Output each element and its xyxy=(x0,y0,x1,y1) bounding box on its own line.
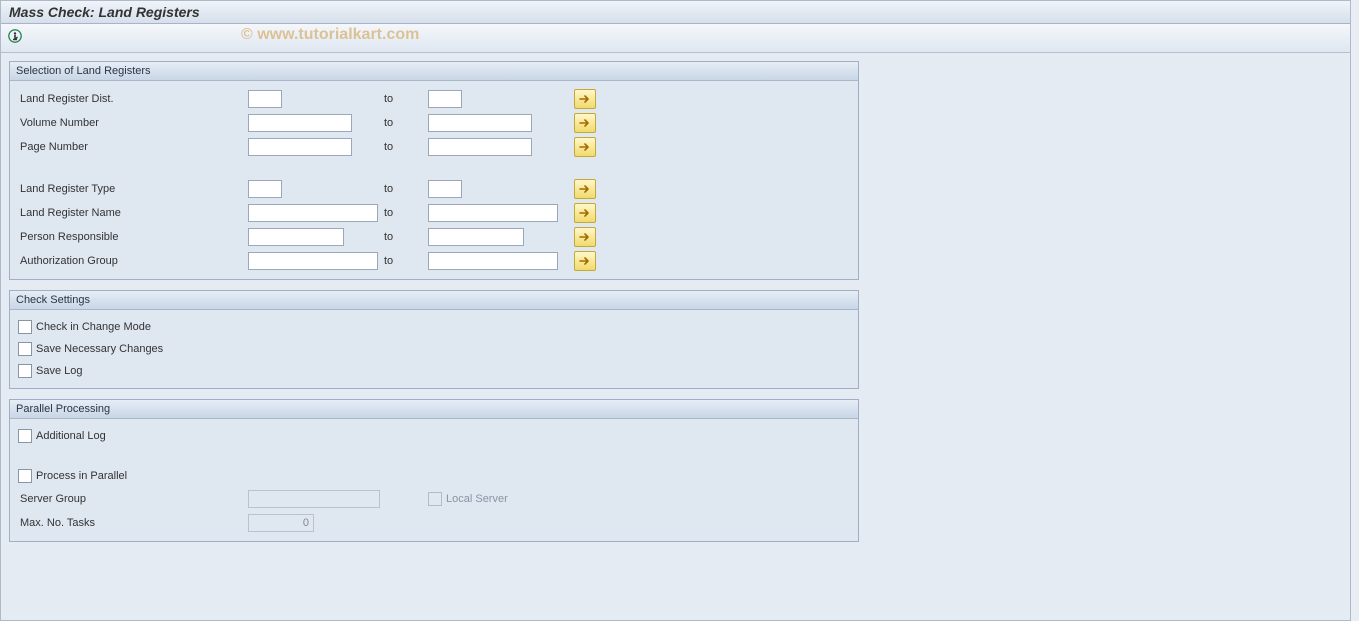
label-authorization-group: Authorization Group xyxy=(18,255,248,267)
group-check-title: Check Settings xyxy=(10,291,858,310)
checkbox-process-parallel[interactable] xyxy=(18,469,32,483)
input-max-tasks xyxy=(248,514,314,532)
input-name-from[interactable] xyxy=(248,204,378,222)
input-type-from[interactable] xyxy=(248,180,282,198)
input-dist-to[interactable] xyxy=(428,90,462,108)
label-land-register-dist: Land Register Dist. xyxy=(18,93,248,105)
checkbox-change-mode[interactable] xyxy=(18,320,32,334)
watermark: © www.tutorialkart.com xyxy=(241,26,419,44)
checkbox-additional-log[interactable] xyxy=(18,429,32,443)
input-dist-from[interactable] xyxy=(248,90,282,108)
group-parallel-processing: Parallel Processing Additional Log Proce… xyxy=(9,399,859,542)
label-local-server: Local Server xyxy=(446,493,508,505)
label-land-register-name: Land Register Name xyxy=(18,207,248,219)
multi-select-name[interactable] xyxy=(574,203,596,223)
execute-icon[interactable] xyxy=(7,28,23,44)
checkbox-save-changes[interactable] xyxy=(18,342,32,356)
group-check-settings: Check Settings Check in Change Mode Save… xyxy=(9,290,859,389)
label-page-number: Page Number xyxy=(18,141,248,153)
input-resp-from[interactable] xyxy=(248,228,344,246)
multi-select-page[interactable] xyxy=(574,137,596,157)
label-max-tasks: Max. No. Tasks xyxy=(18,517,248,529)
group-selection: Selection of Land Registers Land Registe… xyxy=(9,61,859,280)
input-auth-from[interactable] xyxy=(248,252,378,270)
label-to: to xyxy=(384,183,428,195)
group-pp-title: Parallel Processing xyxy=(10,400,858,419)
label-to: to xyxy=(384,117,428,129)
label-volume-number: Volume Number xyxy=(18,117,248,129)
toolbar: © www.tutorialkart.com xyxy=(1,24,1350,53)
label-person-responsible: Person Responsible xyxy=(18,231,248,243)
label-additional-log: Additional Log xyxy=(36,430,106,442)
label-to: to xyxy=(384,255,428,267)
label-change-mode: Check in Change Mode xyxy=(36,321,151,333)
label-to: to xyxy=(384,207,428,219)
label-server-group: Server Group xyxy=(18,493,248,505)
input-page-to[interactable] xyxy=(428,138,532,156)
checkbox-local-server xyxy=(428,492,442,506)
label-to: to xyxy=(384,141,428,153)
input-auth-to[interactable] xyxy=(428,252,558,270)
multi-select-auth[interactable] xyxy=(574,251,596,271)
input-vol-to[interactable] xyxy=(428,114,532,132)
group-selection-title: Selection of Land Registers xyxy=(10,62,858,81)
multi-select-type[interactable] xyxy=(574,179,596,199)
multi-select-dist[interactable] xyxy=(574,89,596,109)
input-resp-to[interactable] xyxy=(428,228,524,246)
input-page-from[interactable] xyxy=(248,138,352,156)
page-title: Mass Check: Land Registers xyxy=(1,1,1350,24)
label-save-log: Save Log xyxy=(36,365,82,377)
label-process-parallel: Process in Parallel xyxy=(36,470,127,482)
checkbox-save-log[interactable] xyxy=(18,364,32,378)
label-to: to xyxy=(384,231,428,243)
multi-select-resp[interactable] xyxy=(574,227,596,247)
label-land-register-type: Land Register Type xyxy=(18,183,248,195)
label-save-changes: Save Necessary Changes xyxy=(36,343,163,355)
input-type-to[interactable] xyxy=(428,180,462,198)
input-name-to[interactable] xyxy=(428,204,558,222)
multi-select-vol[interactable] xyxy=(574,113,596,133)
input-vol-from[interactable] xyxy=(248,114,352,132)
label-to: to xyxy=(384,93,428,105)
input-server-group xyxy=(248,490,380,508)
